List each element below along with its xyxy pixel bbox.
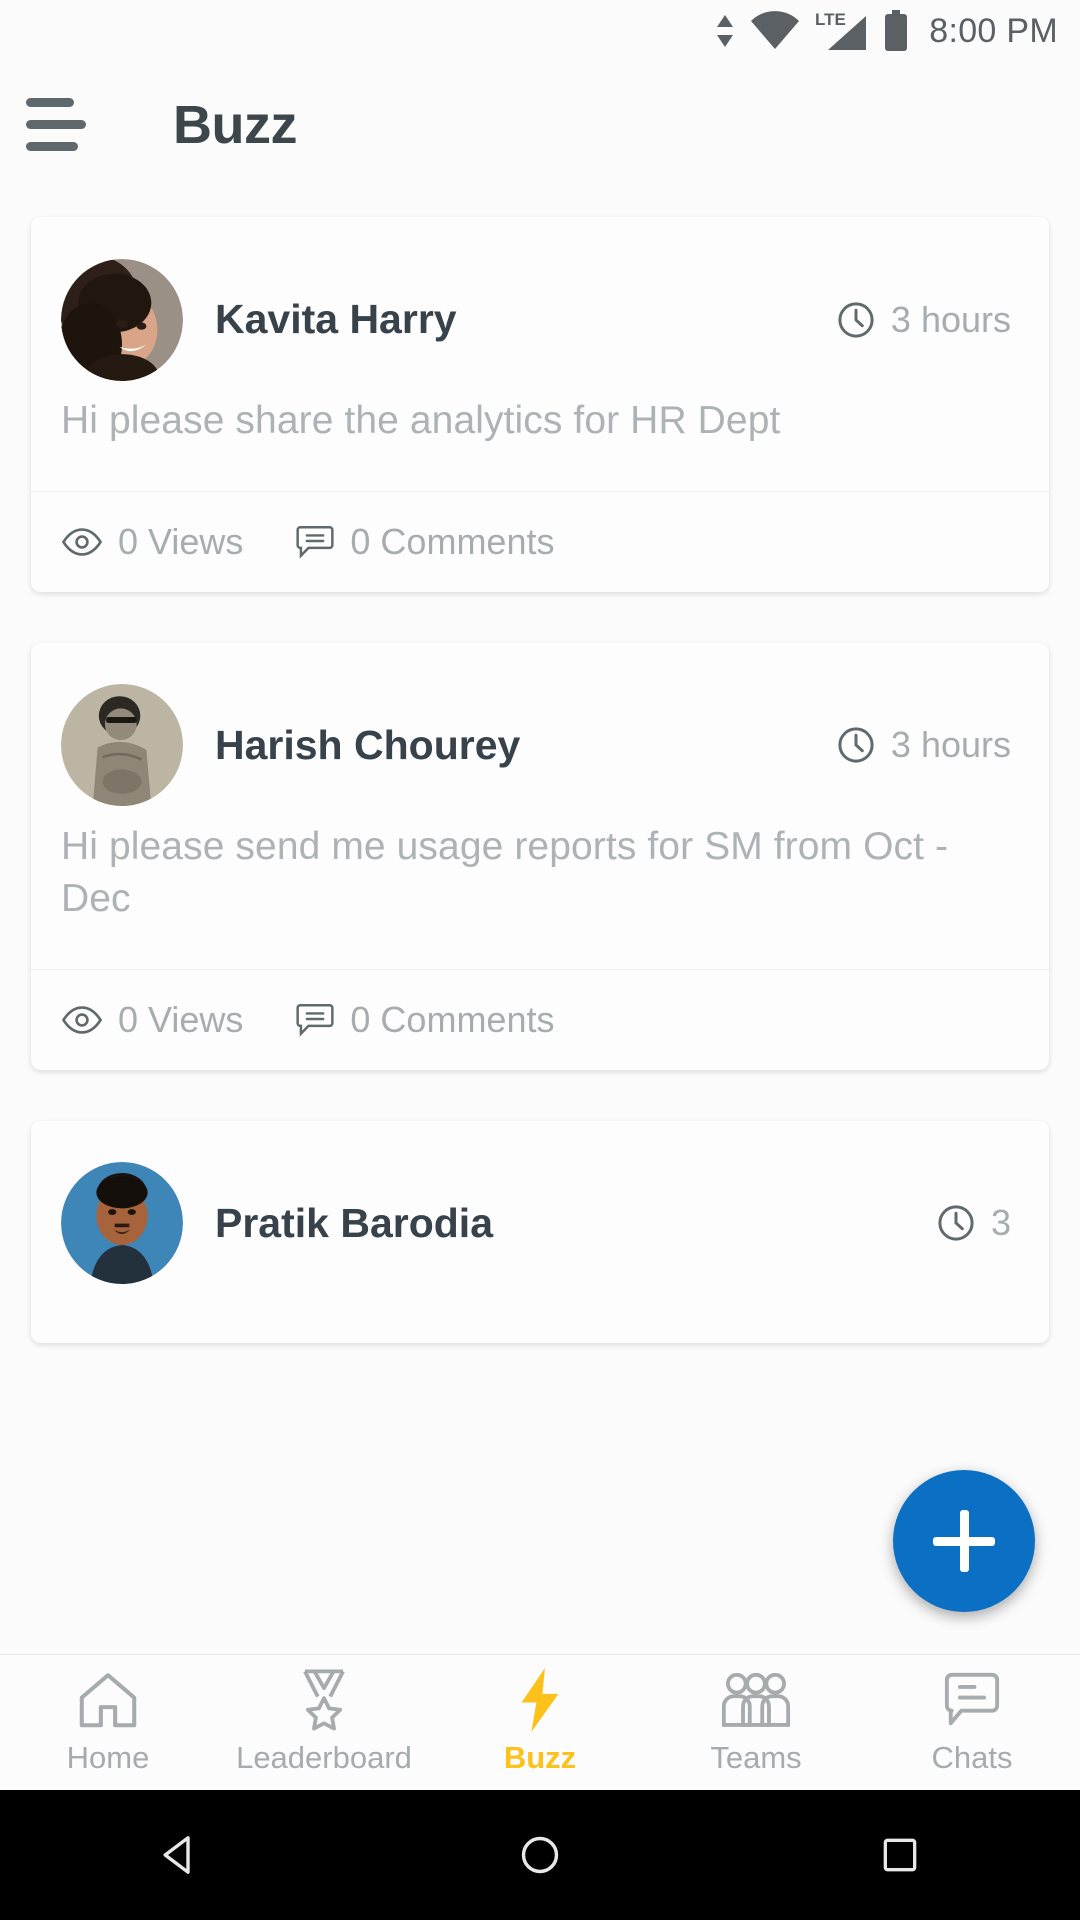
lte-signal-icon: LTE xyxy=(814,10,870,52)
post-time-label: 3 hours xyxy=(891,299,1011,341)
lightning-bolt-icon xyxy=(517,1669,563,1731)
wifi-icon xyxy=(749,11,801,51)
recents-square-icon[interactable] xyxy=(820,1833,980,1877)
post-header: Kavita Harry 3 hours xyxy=(31,217,1049,395)
post-author: Kavita Harry xyxy=(215,296,835,343)
views-count: 0 Views xyxy=(118,999,243,1041)
post-time: 3 hours xyxy=(835,724,1011,766)
tab-leaderboard[interactable]: Leaderboard xyxy=(216,1669,432,1776)
tab-teams[interactable]: Teams xyxy=(648,1669,864,1776)
android-navigation-bar xyxy=(0,1790,1080,1920)
tab-home-label: Home xyxy=(67,1740,150,1776)
tab-buzz-label: Buzz xyxy=(504,1740,576,1776)
post-time: 3 xyxy=(935,1202,1011,1244)
post-card[interactable]: Pratik Barodia 3 xyxy=(31,1121,1049,1343)
comments-count: 0 Comments xyxy=(350,521,554,563)
tab-chats[interactable]: Chats xyxy=(864,1669,1080,1776)
avatar-image-woman xyxy=(61,259,183,381)
clock-icon xyxy=(835,724,877,766)
clock-icon xyxy=(835,299,877,341)
views-count: 0 Views xyxy=(118,521,243,563)
post-body: Hi please send me usage reports for SM f… xyxy=(31,821,1049,969)
avatar-image-man-blue xyxy=(61,1162,183,1284)
post-stats: 0 Views 0 Comments xyxy=(31,969,1049,1070)
views-stat[interactable]: 0 Views xyxy=(61,999,243,1041)
people-group-icon xyxy=(720,1669,792,1731)
views-stat[interactable]: 0 Views xyxy=(61,521,243,563)
post-author: Pratik Barodia xyxy=(215,1200,935,1247)
tab-buzz[interactable]: Buzz xyxy=(432,1669,648,1776)
add-post-fab[interactable] xyxy=(893,1470,1035,1612)
post-card[interactable]: Harish Chourey 3 hours Hi please send me… xyxy=(31,643,1049,1070)
medal-icon xyxy=(297,1669,351,1731)
avatar[interactable] xyxy=(61,259,183,381)
tab-teams-label: Teams xyxy=(710,1740,801,1776)
home-icon xyxy=(77,1669,139,1731)
eye-icon xyxy=(61,1005,103,1035)
comments-count: 0 Comments xyxy=(350,999,554,1041)
avatar[interactable] xyxy=(61,1162,183,1284)
data-transfer-icon xyxy=(714,13,736,49)
post-time-label: 3 xyxy=(991,1202,1011,1244)
post-body xyxy=(31,1299,1049,1343)
clock-icon xyxy=(935,1202,977,1244)
comment-bubble-icon xyxy=(295,524,335,560)
page-title: Buzz xyxy=(173,94,297,156)
svg-text:LTE: LTE xyxy=(815,10,846,29)
tab-home[interactable]: Home xyxy=(0,1669,216,1776)
status-bar-icons: LTE xyxy=(714,10,909,52)
tab-chats-label: Chats xyxy=(932,1740,1013,1776)
status-bar-clock: 8:00 PM xyxy=(929,12,1058,51)
post-header: Harish Chourey 3 hours xyxy=(31,643,1049,821)
post-card[interactable]: Kavita Harry 3 hours Hi please share the… xyxy=(31,217,1049,592)
avatar[interactable] xyxy=(61,684,183,806)
post-body: Hi please share the analytics for HR Dep… xyxy=(31,395,1049,491)
eye-icon xyxy=(61,527,103,557)
comments-stat[interactable]: 0 Comments xyxy=(295,521,554,563)
back-triangle-icon[interactable] xyxy=(100,1831,260,1879)
bottom-navigation: Home Leaderboard Buzz xyxy=(0,1654,1080,1790)
post-header: Pratik Barodia 3 xyxy=(31,1121,1049,1299)
avatar-image-man-grayscale xyxy=(61,684,183,806)
app-bar: Buzz xyxy=(0,62,1080,187)
home-circle-icon[interactable] xyxy=(460,1832,620,1878)
post-time: 3 hours xyxy=(835,299,1011,341)
post-time-label: 3 hours xyxy=(891,724,1011,766)
post-stats: 0 Views 0 Comments xyxy=(31,491,1049,592)
comment-bubble-icon xyxy=(295,1002,335,1038)
comments-stat[interactable]: 0 Comments xyxy=(295,999,554,1041)
battery-icon xyxy=(883,10,909,52)
tab-leaderboard-label: Leaderboard xyxy=(236,1740,412,1776)
post-author: Harish Chourey xyxy=(215,722,835,769)
hamburger-menu-icon[interactable] xyxy=(26,88,92,161)
status-bar: LTE 8:00 PM xyxy=(0,0,1080,62)
chat-bubble-icon xyxy=(943,1669,1001,1731)
